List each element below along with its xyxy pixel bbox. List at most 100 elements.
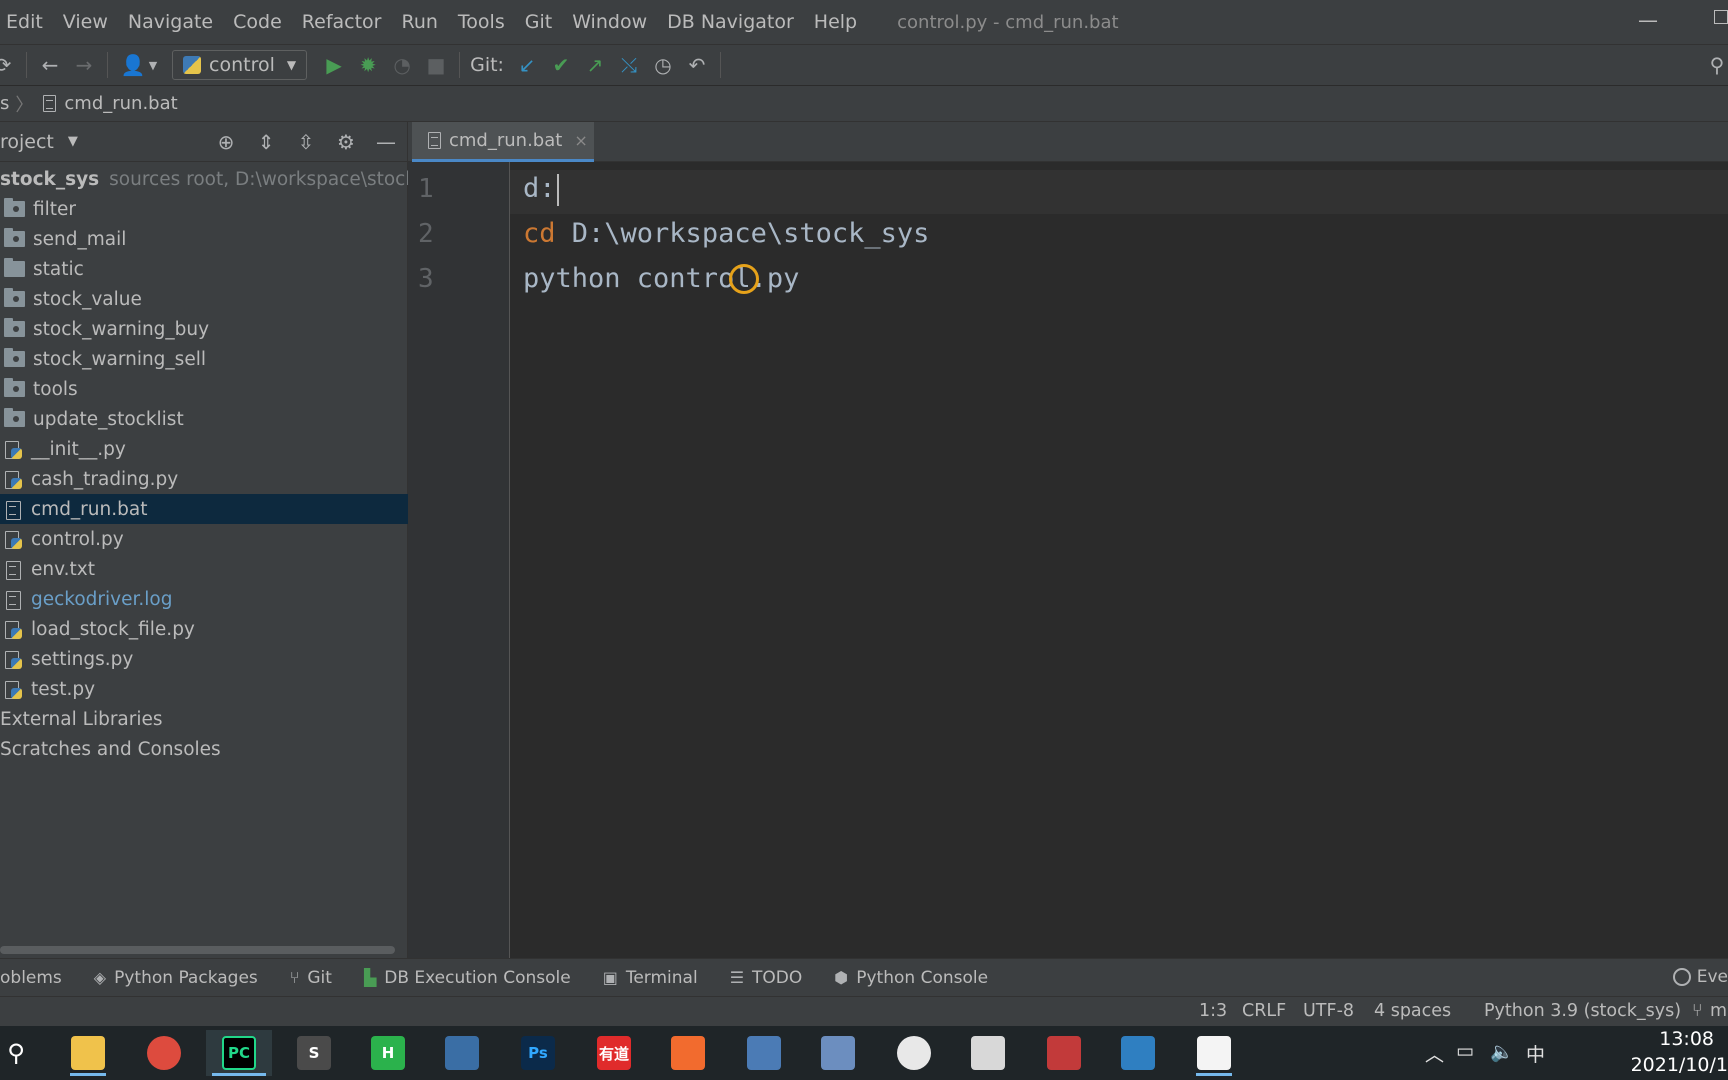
taskbar-sketch-icon[interactable] [664, 1030, 712, 1076]
menu-navigate[interactable]: Navigate [118, 11, 223, 33]
back-arrow-icon[interactable]: ← [33, 48, 67, 82]
collapse-all-icon[interactable]: ⇳ [289, 126, 323, 158]
taskbar-notepad-icon[interactable] [1190, 1030, 1238, 1076]
user-dropdown-icon[interactable]: 👤 ▼ [114, 48, 164, 82]
run-icon[interactable]: ▶ [317, 48, 351, 82]
taskbar-sublime-icon[interactable]: S [290, 1030, 338, 1076]
taskbar-pycharm-icon[interactable]: PC [206, 1030, 272, 1076]
tab-terminal[interactable]: ▣ Terminal [603, 968, 698, 988]
code-editor[interactable]: 1 2 3 d: cd D:\workspace\stock_sys pytho… [408, 162, 1728, 958]
file-encoding[interactable]: UTF-8 [1303, 1001, 1354, 1021]
clock-time[interactable]: 13:08 [1659, 1028, 1714, 1050]
tree-item-stock-value[interactable]: stock_value [0, 284, 408, 314]
tree-item-geckodriver-log[interactable]: geckodriver.log [0, 584, 408, 614]
tab-todo[interactable]: ☰ TODO [730, 968, 803, 988]
tree-item-tools[interactable]: tools [0, 374, 408, 404]
caret-position[interactable]: 1:3 [1199, 1001, 1227, 1021]
python-interpreter[interactable]: Python 3.9 (stock_sys) [1484, 1001, 1681, 1021]
gear-icon[interactable]: ⚙ [329, 126, 363, 158]
forward-arrow-icon[interactable]: → [67, 48, 101, 82]
tree-item-cash-trading-py[interactable]: cash_trading.py [0, 464, 408, 494]
taskbar-file-explorer-icon[interactable] [64, 1030, 112, 1076]
tree-item-filter[interactable]: filter [0, 194, 408, 224]
git-branch[interactable]: m [1710, 1001, 1727, 1021]
breadcrumb-file[interactable]: cmd_run.bat [64, 93, 177, 114]
tab-python-packages[interactable]: ◈ Python Packages [94, 968, 258, 988]
tree-item-send-mail[interactable]: send_mail [0, 224, 408, 254]
tree-item-settings-py[interactable]: settings.py [0, 644, 408, 674]
tree-item-external-libraries[interactable]: External Libraries [0, 704, 408, 734]
menu-git[interactable]: Git [515, 11, 562, 33]
tree-item-scratches[interactable]: Scratches and Consoles [0, 734, 408, 764]
tree-item-stock-warning-sell[interactable]: stock_warning_sell [0, 344, 408, 374]
coverage-icon[interactable]: ◔ [385, 48, 419, 82]
git-update-icon[interactable]: ↙ [510, 48, 544, 82]
line-separator[interactable]: CRLF [1242, 1001, 1286, 1021]
menu-refactor[interactable]: Refactor [292, 11, 392, 33]
expand-all-icon[interactable]: ⇕ [249, 126, 283, 158]
tree-item-env-txt[interactable]: env.txt [0, 554, 408, 584]
restore-icon[interactable] [1714, 10, 1728, 24]
battery-icon[interactable]: ▭ [1456, 1040, 1474, 1062]
tree-item-control-py[interactable]: control.py [0, 524, 408, 554]
taskbar-remote-desktop-icon[interactable] [438, 1030, 486, 1076]
tab-db-execution-console[interactable]: ▙ DB Execution Console [364, 968, 571, 988]
volume-icon[interactable]: 🔈 [1490, 1040, 1514, 1063]
history-clock-icon[interactable]: ◷ [646, 48, 680, 82]
taskbar-copy-tool-icon[interactable] [1114, 1030, 1162, 1076]
sync-icon[interactable]: ⟳ [0, 48, 20, 82]
menu-tools[interactable]: Tools [448, 11, 515, 33]
taskbar-search-icon[interactable]: ⚲ [0, 1030, 40, 1076]
taskbar-hbuilder-icon[interactable]: H [364, 1030, 412, 1076]
taskbar-calculator-icon[interactable] [740, 1030, 788, 1076]
run-configuration-selector[interactable]: control ▼ [172, 50, 308, 80]
tree-item-update-stocklist[interactable]: update_stocklist [0, 404, 408, 434]
chevron-up-icon[interactable]: ︿ [1425, 1040, 1444, 1067]
horizontal-scrollbar[interactable] [0, 946, 395, 954]
minimize-icon[interactable]: — [1638, 8, 1658, 32]
git-compare-icon[interactable]: ⤯ [612, 48, 646, 82]
menu-view[interactable]: View [53, 11, 118, 33]
tab-problems[interactable]: oblems [0, 968, 62, 988]
taskbar-youdao-icon[interactable]: 有道 [590, 1030, 638, 1076]
locate-target-icon[interactable]: ⊕ [209, 126, 243, 158]
menu-db-navigator[interactable]: DB Navigator [657, 11, 804, 33]
menu-help[interactable]: Help [804, 11, 867, 33]
tree-root-stock-sys[interactable]: stock_sys sources root, D:\workspace\stoc… [0, 164, 408, 194]
tree-item-load-stock-file-py[interactable]: load_stock_file.py [0, 614, 408, 644]
hide-icon[interactable]: — [369, 126, 403, 158]
tree-item-static[interactable]: static [0, 254, 408, 284]
indent-setting[interactable]: 4 spaces [1374, 1001, 1451, 1021]
menu-run[interactable]: Run [391, 11, 447, 33]
git-push-icon[interactable]: ↗ [578, 48, 612, 82]
tab-cmd-run-bat[interactable]: cmd_run.bat × [412, 122, 594, 162]
search-everywhere-icon[interactable]: ⚲ [1700, 48, 1728, 82]
rollback-icon[interactable]: ↶ [680, 48, 714, 82]
tab-git[interactable]: ⑂ Git [290, 968, 332, 988]
taskbar-paint-icon[interactable] [814, 1030, 862, 1076]
close-icon[interactable]: × [574, 131, 587, 150]
clock-date[interactable]: 2021/10/1 [1631, 1054, 1728, 1076]
project-view-selector[interactable]: roject [0, 131, 54, 153]
tree-item-stock-warning-buy[interactable]: stock_warning_buy [0, 314, 408, 344]
code-line[interactable]: cd D:\workspace\stock_sys [523, 218, 929, 249]
ime-indicator[interactable]: 中 [1526, 1040, 1545, 1067]
chevron-down-icon[interactable]: ▼ [68, 134, 78, 149]
debug-bug-icon[interactable]: ✹ [351, 48, 385, 82]
taskbar-solitaire-icon[interactable] [1040, 1030, 1088, 1076]
taskbar-chrome-icon[interactable] [140, 1030, 188, 1076]
taskbar-photoshop-icon[interactable]: Ps [514, 1030, 562, 1076]
tree-item-init-py[interactable]: __init__.py [0, 434, 408, 464]
tree-item-test-py[interactable]: test.py [0, 674, 408, 704]
tab-python-console[interactable]: ⬢ Python Console [834, 968, 988, 988]
menu-edit[interactable]: Edit [0, 11, 53, 33]
git-commit-check-icon[interactable]: ✔ [544, 48, 578, 82]
menu-code[interactable]: Code [223, 11, 292, 33]
code-line[interactable]: d: [523, 173, 559, 206]
taskbar-jar-icon[interactable] [964, 1030, 1012, 1076]
menu-window[interactable]: Window [562, 11, 657, 33]
breadcrumb-project[interactable]: s [0, 93, 9, 114]
tree-item-cmd-run-bat[interactable]: cmd_run.bat [0, 494, 408, 524]
stop-icon[interactable]: ■ [419, 48, 453, 82]
tab-event-log[interactable]: Eve [1672, 967, 1728, 987]
